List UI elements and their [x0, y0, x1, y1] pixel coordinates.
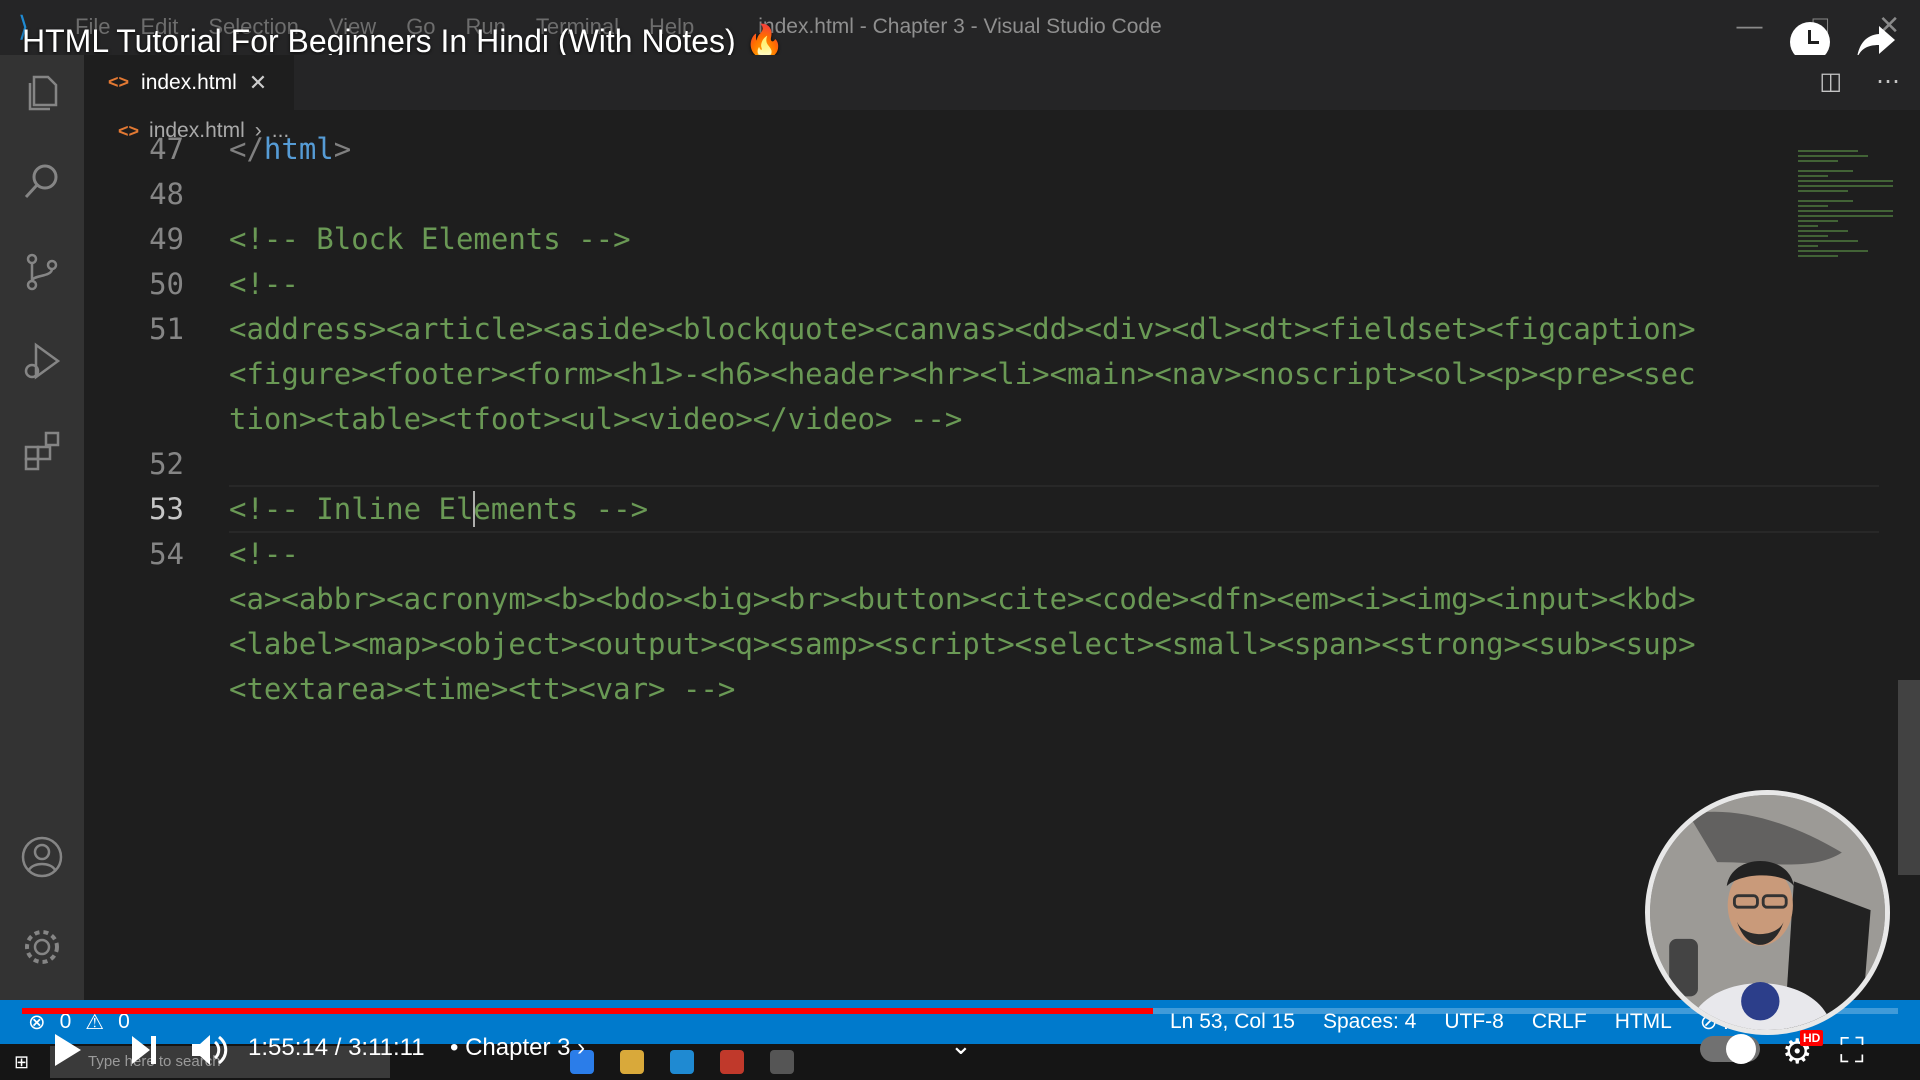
- tab-index-html[interactable]: <> index.html ✕: [84, 55, 294, 110]
- minimap-line: [1798, 155, 1868, 157]
- exit-fullscreen-icon[interactable]: ⛶: [1840, 1032, 1864, 1071]
- code-token: <!--: [229, 267, 299, 301]
- code-token: <address><article><aside><blockquote><ca…: [229, 312, 1696, 346]
- code-token: html: [263, 132, 334, 166]
- editor-actions: ◫ ⋯: [1819, 67, 1900, 96]
- volume-icon[interactable]: [190, 1032, 230, 1068]
- code-text: <label><map><object><output><q><samp><sc…: [229, 622, 1696, 667]
- code-token: tion><table><tfoot><ul><video></video> -…: [229, 402, 963, 436]
- minimap-line: [1798, 150, 1858, 152]
- files-icon[interactable]: [20, 69, 64, 113]
- code-text: <!--: [229, 532, 299, 577]
- minimap-line: [1798, 180, 1893, 182]
- minimap[interactable]: [1798, 150, 1898, 290]
- chapter-title[interactable]: • Chapter 3 ›: [450, 1034, 585, 1062]
- play-icon[interactable]: [55, 1034, 81, 1066]
- line-number: 53: [149, 492, 184, 526]
- code-text: <address><article><aside><blockquote><ca…: [229, 307, 1696, 352]
- minimize-icon[interactable]: —: [1736, 10, 1762, 41]
- minimap-line: [1798, 215, 1893, 217]
- line-number: 51: [149, 312, 184, 346]
- code-text: <!--: [229, 262, 299, 307]
- video-progress-fill: [22, 1008, 1154, 1014]
- minimap-line: [1798, 250, 1868, 252]
- code-text: tion><table><tfoot><ul><video></video> -…: [229, 397, 962, 442]
- line-number: 47: [149, 132, 184, 166]
- code-token: </: [229, 132, 264, 166]
- next-video-icon[interactable]: [130, 1034, 158, 1066]
- minimap-line: [1798, 210, 1893, 212]
- code-token: <!--: [229, 537, 299, 571]
- minimap-line: [1798, 225, 1818, 227]
- line-number: 52: [149, 447, 184, 481]
- minimap-line: [1798, 190, 1848, 192]
- account-icon[interactable]: [20, 835, 64, 879]
- tab-bar: <> index.html ✕ ◫ ⋯: [84, 55, 1920, 110]
- split-editor-icon[interactable]: ◫: [1819, 67, 1842, 96]
- more-actions-icon[interactable]: ⋯: [1876, 67, 1900, 96]
- minimap-line: [1798, 220, 1838, 222]
- editor-scrollbar[interactable]: [1898, 680, 1920, 875]
- settings-gear-icon[interactable]: [20, 925, 64, 969]
- code-text: <!-- Inline Elements -->: [229, 487, 648, 532]
- code-token: <!-- Inline Elements -->: [229, 492, 649, 526]
- minimap-line: [1798, 200, 1853, 202]
- extensions-icon[interactable]: [20, 429, 64, 473]
- minimap-line: [1798, 205, 1828, 207]
- search-icon[interactable]: [20, 159, 64, 203]
- tab-label: index.html: [141, 70, 237, 94]
- code-text: <figure><footer><form><h1>-<h6><header><…: [229, 352, 1696, 397]
- run-debug-icon[interactable]: [20, 339, 64, 383]
- line-number: 49: [149, 222, 184, 256]
- presenter-image: [1650, 795, 1885, 1030]
- code-token: <!-- Block Elements -->: [229, 222, 631, 256]
- line-number: 54: [149, 537, 184, 571]
- video-progress-bar[interactable]: [22, 1008, 1898, 1014]
- minimap-line: [1798, 230, 1848, 232]
- minimap-line: [1798, 170, 1853, 172]
- video-controls: 1:55:14 / 3:11:11 • Chapter 3 › ⌄ ⚙ HD ⛶: [0, 1030, 1920, 1080]
- line-number: 50: [149, 267, 184, 301]
- code-token: <label><map><object><output><q><samp><sc…: [229, 627, 1696, 661]
- minimap-line: [1798, 240, 1858, 242]
- code-text: <!-- Block Elements -->: [229, 217, 631, 262]
- minimap-line: [1798, 160, 1838, 162]
- autoplay-toggle[interactable]: [1700, 1034, 1760, 1064]
- source-control-icon[interactable]: [20, 249, 64, 293]
- hd-badge: HD: [1800, 1030, 1824, 1046]
- minimap-line: [1798, 245, 1818, 247]
- minimap-line: [1798, 175, 1828, 177]
- code-token: >: [333, 132, 352, 166]
- html-file-icon: <>: [108, 72, 130, 92]
- code-token: <a><abbr><acronym><b><bdo><big><br><butt…: [229, 582, 1696, 616]
- video-time: 1:55:14 / 3:11:11: [248, 1034, 425, 1061]
- minimap-line: [1798, 185, 1893, 187]
- code-token: <figure><footer><form><h1>-<h6><header><…: [229, 357, 1696, 391]
- code-text: <a><abbr><acronym><b><bdo><big><br><butt…: [229, 577, 1696, 622]
- code-text: <textarea><time><tt><var> -->: [229, 667, 735, 712]
- minimap-line: [1798, 235, 1828, 237]
- text-cursor: [473, 491, 476, 527]
- code-token: <textarea><time><tt><var> -->: [229, 672, 736, 706]
- webcam-overlay: [1645, 790, 1890, 1035]
- close-tab-icon[interactable]: ✕: [249, 70, 267, 96]
- code-editor[interactable]: 47 </html> 48 49 <!-- Block Elements --> 50 <!…: [84, 132, 1920, 1002]
- line-number: 48: [149, 177, 184, 211]
- code-text: </html>: [229, 127, 351, 172]
- breadcrumb: <> index.html › ...: [84, 110, 1920, 152]
- chevron-down-icon[interactable]: ⌄: [950, 1030, 972, 1061]
- activity-bar: [0, 55, 84, 1005]
- minimap-line: [1798, 255, 1838, 257]
